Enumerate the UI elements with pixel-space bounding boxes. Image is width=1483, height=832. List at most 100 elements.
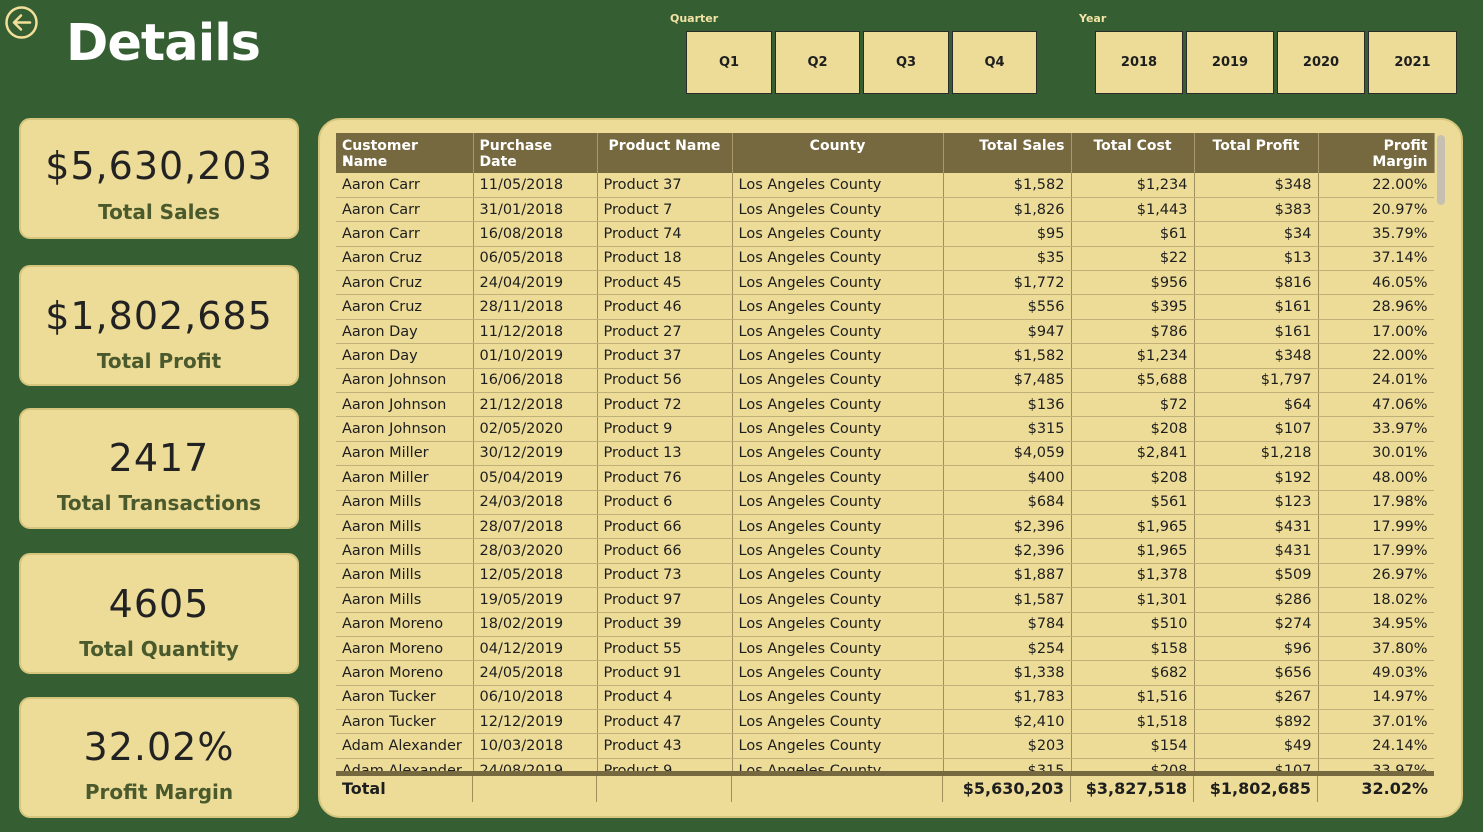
table-row[interactable]: Aaron Mills 19/05/2019 Product 97 Los Angel…	[336, 587, 1434, 613]
cell-total-profit: $892	[1194, 709, 1319, 735]
table-row[interactable]: Aaron Johnson 02/05/2020 Product 9 Los Ange…	[336, 416, 1434, 442]
year-button-2019[interactable]: 2019	[1186, 31, 1274, 94]
column-header-total-sales[interactable]: Total Sales	[943, 133, 1072, 173]
cell-county: Los Angeles County	[732, 636, 944, 662]
cell-product-name: Product 9	[597, 758, 733, 771]
table-row[interactable]: Aaron Johnson 21/12/2018 Product 72 Los Ang…	[336, 392, 1434, 418]
table-scrollbar[interactable]	[1437, 135, 1446, 769]
table-row[interactable]: Aaron Moreno 18/02/2019 Product 39 Los Ange…	[336, 612, 1434, 637]
table-row[interactable]: Aaron Miller 05/04/2019 Product 76 Los Ange…	[336, 465, 1434, 491]
cell-profit-margin: 18.02%	[1318, 587, 1434, 613]
table-row[interactable]: Aaron Day 11/12/2018 Product 27 Los Angeles…	[336, 319, 1434, 345]
kpi-card-total-sales: $5,630,203 Total Sales	[19, 118, 299, 239]
cell-customer-name: Aaron Carr	[336, 197, 474, 223]
cell-county: Los Angeles County	[732, 368, 944, 394]
cell-county: Los Angeles County	[732, 416, 944, 442]
cell-county: Los Angeles County	[732, 465, 944, 491]
year-button-2021[interactable]: 2021	[1368, 31, 1457, 94]
column-header-customer-name[interactable]: Customer Name	[336, 133, 474, 173]
table-row[interactable]: Aaron Moreno 04/12/2019 Product 55 Los Ange…	[336, 636, 1434, 662]
column-header-total-profit[interactable]: Total Profit	[1194, 133, 1319, 173]
cell-profit-margin: 46.05%	[1318, 270, 1434, 296]
total-profit-value: $1,802,685	[1194, 776, 1318, 802]
table-row[interactable]: Aaron Cruz 28/11/2018 Product 46 Los Angele…	[336, 294, 1434, 320]
table-row[interactable]: Aaron Carr 11/05/2018 Product 37 Los Angele…	[336, 173, 1434, 198]
cell-total-profit: $34	[1194, 221, 1319, 247]
table-row[interactable]: Aaron Carr 16/08/2018 Product 74 Los Angele…	[336, 221, 1434, 247]
cell-customer-name: Aaron Day	[336, 343, 474, 369]
cell-customer-name: Aaron Mills	[336, 587, 474, 613]
cell-product-name: Product 13	[597, 441, 733, 467]
cell-total-cost: $682	[1071, 660, 1195, 686]
year-button-2020[interactable]: 2020	[1277, 31, 1365, 94]
cell-total-profit: $161	[1194, 294, 1319, 320]
kpi-value: 4605	[108, 582, 210, 626]
kpi-value: 32.02%	[83, 725, 235, 769]
cell-total-sales: $203	[943, 733, 1072, 759]
quarter-button-q1[interactable]: Q1	[686, 31, 772, 94]
table-row[interactable]: Aaron Mills 24/03/2018 Product 6 Los Angele…	[336, 490, 1434, 515]
scrollbar-thumb[interactable]	[1437, 135, 1445, 205]
quarter-button-q4[interactable]: Q4	[952, 31, 1037, 94]
total-cell-empty	[473, 776, 597, 802]
total-cell-empty	[597, 776, 732, 802]
cell-total-sales: $1,783	[943, 685, 1072, 711]
table-row[interactable]: Aaron Cruz 24/04/2019 Product 45 Los Angele…	[336, 270, 1434, 296]
cell-total-cost: $1,965	[1071, 538, 1195, 564]
column-header-profit-margin[interactable]: Profit Margin	[1318, 133, 1435, 173]
kpi-label: Total Transactions	[56, 491, 262, 515]
table-row[interactable]: Aaron Tucker 06/10/2018 Product 4 Los Angel…	[336, 685, 1434, 711]
cell-profit-margin: 17.98%	[1318, 490, 1434, 515]
cell-total-cost: $158	[1071, 636, 1195, 662]
cell-total-sales: $1,582	[943, 343, 1072, 369]
cell-product-name: Product 27	[597, 319, 733, 345]
table-row[interactable]: Aaron Mills 28/03/2020 Product 66 Los Angel…	[336, 538, 1434, 564]
cell-product-name: Product 9	[597, 416, 733, 442]
details-table-header: Customer Name Purchase Date Product Name…	[336, 133, 1435, 173]
year-button-2018[interactable]: 2018	[1095, 31, 1183, 94]
details-table-body[interactable]: Aaron Carr 11/05/2018 Product 37 Los Angele…	[336, 173, 1434, 771]
cell-purchase-date: 19/05/2019	[473, 587, 598, 613]
cell-total-cost: $208	[1071, 465, 1195, 491]
column-header-total-cost[interactable]: Total Cost	[1071, 133, 1195, 173]
cell-county: Los Angeles County	[732, 294, 944, 320]
cell-profit-margin: 37.80%	[1318, 636, 1434, 662]
back-button[interactable]	[4, 5, 39, 40]
table-row[interactable]: Aaron Tucker 12/12/2019 Product 47 Los Ange…	[336, 709, 1434, 735]
table-total-row: Total $5,630,203 $3,827,518 $1,802,685 3…	[336, 771, 1434, 802]
table-row[interactable]: Aaron Johnson 16/06/2018 Product 56 Los Ang…	[336, 368, 1434, 394]
cell-profit-margin: 37.01%	[1318, 709, 1434, 735]
cell-county: Los Angeles County	[732, 392, 944, 418]
quarter-button-q2[interactable]: Q2	[775, 31, 860, 94]
back-arrow-circle-icon	[5, 6, 38, 39]
cell-total-profit: $161	[1194, 319, 1319, 345]
table-row[interactable]: Aaron Carr 31/01/2018 Product 7 Los Angeles…	[336, 197, 1434, 223]
kpi-card-total-quantity: 4605 Total Quantity	[19, 553, 299, 674]
table-row[interactable]: Aaron Miller 30/12/2019 Product 13 Los Ange…	[336, 441, 1434, 467]
cell-profit-margin: 49.03%	[1318, 660, 1434, 686]
table-row[interactable]: Adam Alexander 24/08/2019 Product 9 Los Ang…	[336, 758, 1434, 771]
cell-total-sales: $1,587	[943, 587, 1072, 613]
cell-total-cost: $1,301	[1071, 587, 1195, 613]
total-margin-value: 32.02%	[1361, 779, 1428, 798]
table-row[interactable]: Aaron Moreno 24/05/2018 Product 91 Los Ange…	[336, 660, 1434, 686]
table-row[interactable]: Aaron Cruz 06/05/2018 Product 18 Los Angele…	[336, 246, 1434, 272]
cell-product-name: Product 91	[597, 660, 733, 686]
cell-profit-margin: 14.97%	[1318, 685, 1434, 711]
cell-total-profit: $123	[1194, 490, 1319, 515]
column-header-county[interactable]: County	[732, 133, 944, 173]
column-header-purchase-date[interactable]: Purchase Date	[473, 133, 598, 173]
cell-purchase-date: 06/05/2018	[473, 246, 598, 272]
cell-product-name: Product 97	[597, 587, 733, 613]
cell-customer-name: Aaron Johnson	[336, 392, 474, 418]
cell-customer-name: Aaron Day	[336, 319, 474, 345]
column-header-product-name[interactable]: Product Name	[597, 133, 733, 173]
quarter-button-q3[interactable]: Q3	[863, 31, 949, 94]
table-row[interactable]: Aaron Mills 12/05/2018 Product 73 Los Angel…	[336, 563, 1434, 589]
table-row[interactable]: Adam Alexander 10/03/2018 Product 43 Los An…	[336, 733, 1434, 759]
table-row[interactable]: Aaron Day 01/10/2019 Product 37 Los Angeles…	[336, 343, 1434, 369]
table-row[interactable]: Aaron Mills 28/07/2018 Product 66 Los Angel…	[336, 514, 1434, 540]
cell-total-profit: $107	[1194, 758, 1319, 771]
cell-customer-name: Aaron Mills	[336, 490, 474, 515]
sort-ascending-icon: ▲	[343, 154, 350, 164]
